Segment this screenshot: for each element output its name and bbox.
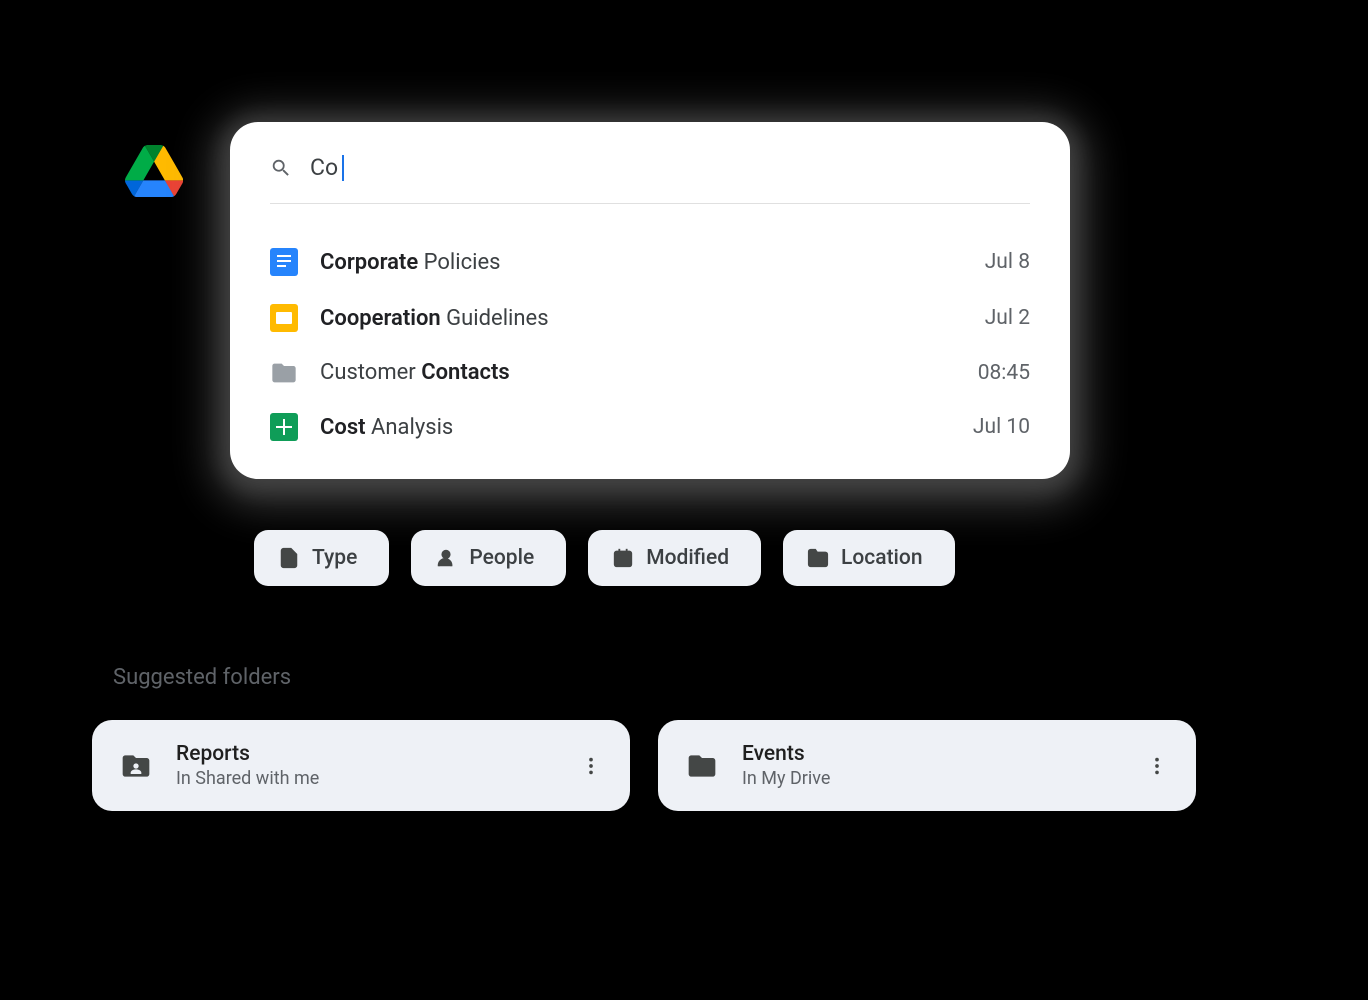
sheets-icon	[270, 413, 298, 441]
folder-location: In Shared with me	[176, 768, 319, 789]
result-name: Customer Contacts	[320, 360, 510, 385]
result-date: 08:45	[978, 361, 1030, 385]
chip-label: Type	[312, 546, 357, 570]
search-input[interactable]: Co	[310, 154, 344, 181]
result-name: Cost Analysis	[320, 415, 453, 440]
chip-label: Location	[841, 546, 923, 570]
file-icon	[278, 547, 300, 569]
calendar-icon	[612, 547, 634, 569]
suggested-heading: Suggested folders	[113, 665, 291, 690]
search-row[interactable]: Co	[270, 154, 1030, 204]
slides-icon	[270, 304, 298, 332]
result-row-3[interactable]: Cost Analysis Jul 10	[270, 399, 1030, 455]
search-query-text: Co	[310, 154, 338, 181]
folder-name: Reports	[176, 742, 319, 766]
result-row-2[interactable]: Customer Contacts 08:45	[270, 346, 1030, 399]
docs-icon	[270, 248, 298, 276]
chip-label: People	[469, 546, 534, 570]
suggested-folders-row: Reports In Shared with me Events In My D…	[92, 720, 1196, 811]
result-date: Jul 8	[985, 250, 1030, 274]
more-options-icon[interactable]	[580, 755, 602, 777]
folder-solid-icon	[686, 752, 718, 780]
folder-outline-icon	[807, 547, 829, 569]
folder-card-reports[interactable]: Reports In Shared with me	[92, 720, 630, 811]
drive-logo-icon	[125, 145, 183, 197]
shared-folder-icon	[120, 752, 152, 780]
text-cursor	[342, 155, 344, 181]
chip-people[interactable]: People	[411, 530, 566, 586]
folder-card-events[interactable]: Events In My Drive	[658, 720, 1196, 811]
chip-modified[interactable]: Modified	[588, 530, 761, 586]
result-date: Jul 10	[973, 415, 1030, 439]
result-name: Corporate Policies	[320, 250, 501, 275]
result-row-1[interactable]: Cooperation Guidelines Jul 2	[270, 290, 1030, 346]
person-icon	[435, 547, 457, 569]
folder-icon	[270, 361, 298, 385]
result-row-0[interactable]: Corporate Policies Jul 8	[270, 234, 1030, 290]
more-options-icon[interactable]	[1146, 755, 1168, 777]
chip-label: Modified	[646, 546, 729, 570]
result-date: Jul 2	[985, 306, 1030, 330]
folder-location: In My Drive	[742, 768, 830, 789]
folder-name: Events	[742, 742, 830, 766]
search-card: Co Corporate Policies Jul 8 Cooperation …	[230, 122, 1070, 479]
chip-type[interactable]: Type	[254, 530, 389, 586]
search-icon	[270, 157, 292, 179]
result-name: Cooperation Guidelines	[320, 306, 549, 331]
filter-chips: Type People Modified Location	[254, 530, 955, 586]
chip-location[interactable]: Location	[783, 530, 955, 586]
